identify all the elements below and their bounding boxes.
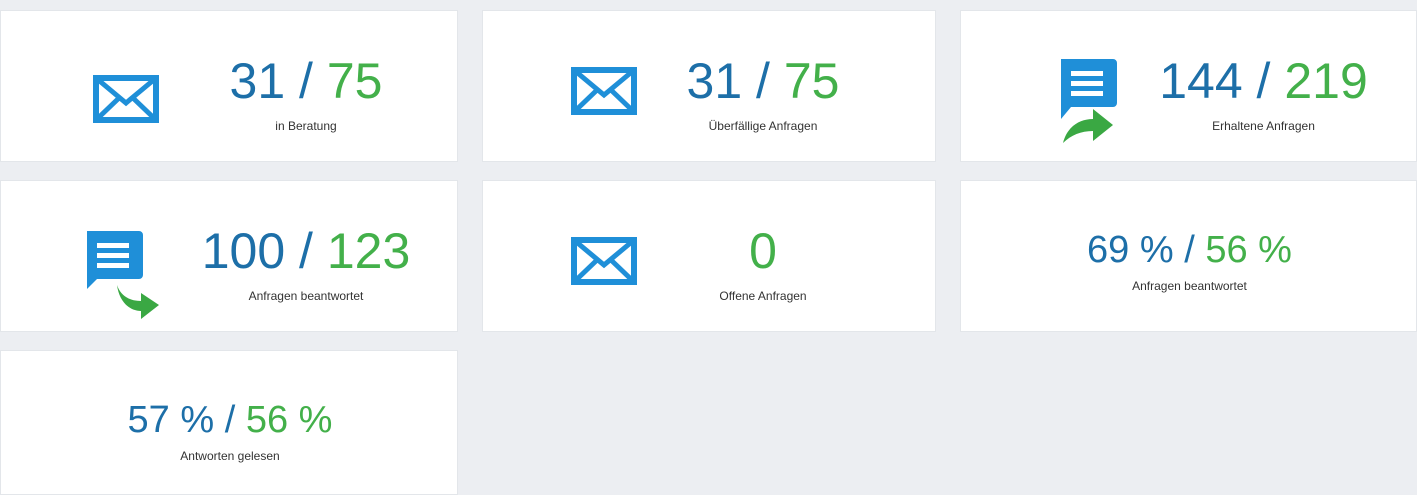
stat-value: 69 % / 56 % (961, 231, 1417, 269)
stat-value: 31 / 75 (658, 56, 868, 106)
value-primary: 57 % (127, 399, 215, 441)
value-separator: / (1184, 229, 1195, 271)
value-secondary: 123 (326, 223, 411, 279)
value-secondary: 56 % (1205, 229, 1292, 271)
value-primary: 31 (686, 53, 743, 109)
tile-anfragen-beantwortet-prozent[interactable]: 69 % / 56 % Anfragen beantwortet (960, 180, 1417, 332)
tile-label: Erhaltene Anfragen (1212, 119, 1315, 133)
message-forward-icon (1057, 57, 1117, 150)
value-separator: / (224, 399, 236, 441)
message-forward-icon (83, 229, 163, 326)
value-separator: / (299, 53, 313, 109)
envelope-icon (93, 75, 159, 128)
stat-value: 144 / 219 (1151, 56, 1376, 106)
tile-in-beratung[interactable]: 31 / 75 in Beratung (0, 10, 458, 162)
value-secondary: 75 (783, 53, 840, 109)
stat-value: 31 / 75 (201, 56, 411, 106)
tile-anfragen-beantwortet[interactable]: 100 / 123 Anfragen beantwortet (0, 180, 458, 332)
value-separator: / (1256, 53, 1271, 109)
envelope-icon (571, 67, 637, 120)
stat-value: 100 / 123 (186, 226, 426, 276)
tile-label: Anfragen beantwortet (248, 289, 364, 303)
stat-value: 57 % / 56 % (1, 401, 459, 439)
tile-label: Überfällige Anfragen (708, 119, 818, 133)
value-separator: / (756, 53, 770, 109)
value-primary: 144 (1159, 53, 1243, 109)
tile-label: Anfragen beantwortet (1132, 279, 1247, 293)
stat-value: 0 (663, 226, 863, 276)
value-secondary: 219 (1284, 53, 1368, 109)
value-separator: / (299, 223, 313, 279)
tile-erhaltene-anfragen[interactable]: 144 / 219 Erhaltene Anfragen (960, 10, 1417, 162)
envelope-icon (571, 237, 637, 290)
tile-antworten-gelesen[interactable]: 57 % / 56 % Antworten gelesen (0, 350, 458, 495)
tile-label: Antworten gelesen (180, 449, 280, 463)
value-secondary: 56 % (245, 399, 333, 441)
value-secondary: 75 (326, 53, 383, 109)
value-primary: 100 (201, 223, 286, 279)
tile-offene-anfragen[interactable]: 0 Offene Anfragen (482, 180, 936, 332)
tile-ueberfaellige-anfragen[interactable]: 31 / 75 Überfällige Anfragen (482, 10, 936, 162)
tile-label: Offene Anfragen (719, 289, 807, 303)
value-primary: 69 % (1087, 229, 1174, 271)
tile-label: in Beratung (275, 119, 337, 133)
value-primary: 31 (229, 53, 286, 109)
value-primary: 0 (749, 223, 777, 279)
